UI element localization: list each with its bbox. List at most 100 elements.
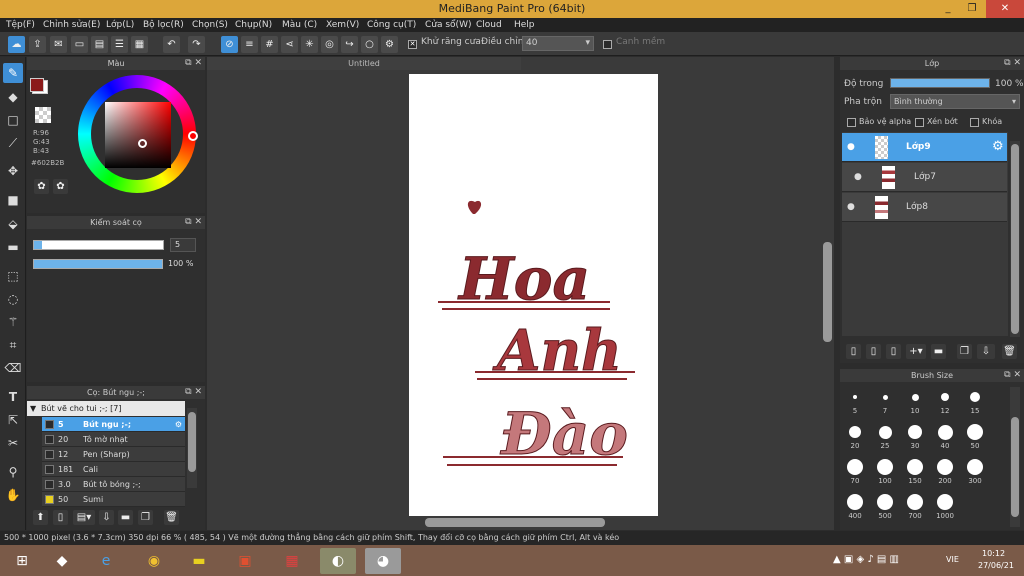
brush-size-option[interactable]: 200 [931,457,959,491]
layer-row[interactable]: ● Lớp9 ⚙ [842,133,1007,162]
menu-view[interactable]: Xem(V) [326,18,359,32]
menu-color[interactable]: Màu (C) [282,18,317,32]
brush-size-option[interactable]: 150 [901,457,929,491]
fill-rect-tool-icon[interactable]: ■ [3,190,23,210]
transparent-swatch[interactable] [35,107,51,123]
brush-size-option[interactable]: 12 [931,387,959,421]
brush-tool-icon[interactable]: ✎ [3,63,23,83]
snap-vanish-icon[interactable]: ⋖ [281,36,298,53]
saturation-value-square[interactable] [105,102,171,168]
brush-size-option[interactable]: 300 [961,457,989,491]
brush-group-header[interactable]: ▼ Bút vẽ cho tui ;-; [7] [27,401,185,416]
menu-capture[interactable]: Chụp(N) [235,18,272,32]
document-canvas[interactable]: Hoa Anh Đào [409,74,658,516]
snap-ellipse-icon[interactable]: ○ [361,36,378,53]
layer-row[interactable]: ● Lớp8 [842,193,1007,222]
operation-tool-icon[interactable]: ⇱ [3,410,23,430]
office-icon[interactable]: ▣ [227,548,263,574]
layer-row[interactable]: ● Lớp7 [842,163,1007,192]
line-tool-icon[interactable]: ⟋ [3,133,23,153]
brush-size-scrollbar[interactable] [1010,387,1020,527]
brush-size-option[interactable]: 500 [871,492,899,526]
menu-filter[interactable]: Bộ lọc(R) [143,18,184,32]
menu-cloud[interactable]: Cloud [476,18,502,32]
layer-settings-gear-icon[interactable]: ⚙ [992,139,1004,154]
add-layer-menu-icon[interactable]: +▾ [906,344,926,359]
chrome-icon[interactable]: ◉ [136,548,172,574]
close-window-button[interactable]: ✕ [986,0,1024,18]
brush-import-icon[interactable]: ⇩ [99,510,114,525]
panel-close-icon[interactable]: ⧉ ✕ [185,386,202,399]
brush-size-option[interactable]: 20 [841,422,869,456]
new-8bit-layer-icon[interactable]: ▯ [886,344,901,359]
eye-icon[interactable]: ● [854,172,862,182]
share-icon[interactable]: ⇪ [29,36,46,53]
sv-picker-handle[interactable] [138,139,147,148]
undo-icon[interactable]: ↶ [163,36,180,53]
merge-layer-icon[interactable]: ⇩ [977,344,995,359]
hue-picker-handle[interactable] [188,131,198,141]
move-tool-icon[interactable]: ✥ [3,161,23,181]
brush-opacity-slider[interactable] [33,259,163,269]
select-rect-tool-icon[interactable]: ⬚ [3,266,23,286]
panel-close-icon[interactable]: ⧉ ✕ [185,57,202,70]
delete-layer-icon[interactable]: 🗑 [1002,344,1017,359]
grid-icon[interactable]: ▦ [131,36,148,53]
panel-close-icon[interactable]: ⧉ ✕ [1004,369,1021,382]
brush-list-scrollbar[interactable] [187,408,197,488]
layer-opacity-slider[interactable] [890,78,990,88]
page-icon[interactable]: ▤ [91,36,108,53]
new-halftone-layer-icon[interactable]: ▯ [866,344,881,359]
brush-size-option[interactable]: 70 [841,457,869,491]
brush-delete-icon[interactable]: 🗑 [164,510,179,525]
brush-size-option[interactable]: 400 [841,492,869,526]
gradient-tool-icon[interactable]: ▬ [3,237,23,257]
menu-tools[interactable]: Công cụ(T) [367,18,416,32]
select-pen-tool-icon[interactable]: ⌗ [3,335,23,355]
adjust-select[interactable]: 40 ▾ [522,36,594,51]
duplicate-layer-icon[interactable]: ❐ [957,344,972,359]
palette-icon[interactable]: ✿ [34,179,49,194]
brush-options-icon[interactable]: ▤▾ [73,510,95,525]
brush-list-item[interactable]: 20 Tô mờ nhạt [42,432,185,447]
brush-size-option[interactable]: 25 [871,422,899,456]
brush-duplicate-icon[interactable]: ❐ [138,510,153,525]
smooth-checkbox[interactable] [603,40,612,49]
menu-file[interactable]: Tệp(F) [6,18,35,32]
snap-off-icon[interactable]: ⊘ [221,36,238,53]
canvas-horizontal-scrollbar[interactable] [207,516,822,528]
cloud-icon[interactable]: ☁ [8,36,25,53]
menu-layer[interactable]: Lớp(L) [106,18,134,32]
primary-color-swatch[interactable] [30,78,44,92]
brush-size-value[interactable]: 5 [170,238,196,252]
blend-mode-select[interactable]: Bình thường ▾ [890,94,1020,109]
divide-tool-icon[interactable]: ✂ [3,433,23,453]
snap-circle-icon[interactable]: ◎ [321,36,338,53]
layer-list-scrollbar[interactable] [1010,141,1020,337]
menu-edit[interactable]: Chỉnh sửa(E) [43,18,100,32]
brush-size-option[interactable]: 15 [961,387,989,421]
comment-icon[interactable]: ✉ [50,36,67,53]
windows-start-icon[interactable]: ⊞ [4,548,40,574]
brush-new-icon[interactable]: ▯ [53,510,68,525]
brush-folder-icon[interactable]: ▬ [118,510,133,525]
lasso-tool-icon[interactable]: ◌ [3,289,23,309]
brush-list-item[interactable]: 50 Sumi [42,492,185,507]
menu-help[interactable]: Help [514,18,535,32]
file-explorer-icon[interactable]: ▬ [181,548,217,574]
protect-alpha-checkbox[interactable] [847,118,856,127]
brush-add-icon[interactable]: ⬆ [33,510,48,525]
brush-size-option[interactable]: 100 [871,457,899,491]
brush-size-option[interactable]: 30 [901,422,929,456]
game-icon[interactable]: ◐ [320,548,356,574]
panel-close-icon[interactable]: ⧉ ✕ [1004,57,1021,70]
brush-list-item[interactable]: 181 Cali [42,462,185,477]
snap-cross-icon[interactable]: # [261,36,278,53]
brush-size-option[interactable]: 5 [841,387,869,421]
tray-icons[interactable]: ▲ ▣ ◈ ♪ ▤ ▥ [833,554,899,565]
bucket-tool-icon[interactable]: ⬙ [3,214,23,234]
brush-list-item[interactable]: 3.0 Bút tô bóng ;-; [42,477,185,492]
brush-size-option[interactable]: 7 [871,387,899,421]
redo-icon[interactable]: ↷ [188,36,205,53]
document-tab[interactable]: Untitled [207,57,521,70]
